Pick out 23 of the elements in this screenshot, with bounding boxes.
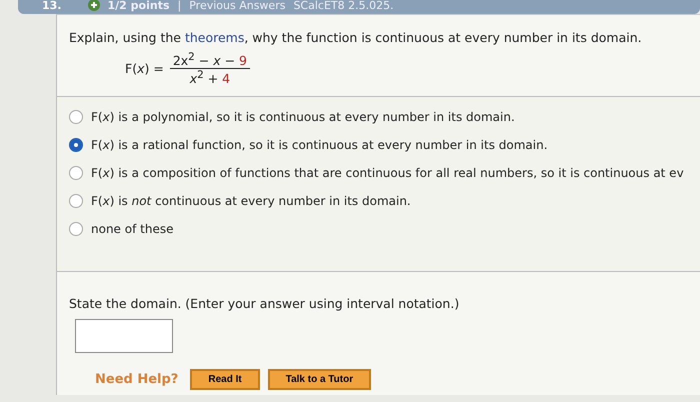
separator: | (178, 0, 182, 11)
function-formula: F(x) = 2x$^{2}$ − x − 9 x$^{2}$ + 4 (69, 51, 700, 86)
plus-icon (88, 0, 100, 11)
answer-field[interactable] (75, 319, 173, 354)
choice-text: F(x) is a composition of functions that are continuous for all real numbers, so it is continuous at ev (91, 166, 684, 180)
question-text: Explain, using the theorems, why the function is continuous at every number in its domain. (69, 30, 643, 45)
need-help-label: Need Help? (95, 372, 178, 388)
radio-button[interactable] (69, 110, 83, 124)
choice-text: F(x) is a polynomial, so it is continuous at every number in its domain. (91, 110, 515, 124)
choice-text: F(x) is not continuous at every number in its domain. (91, 194, 411, 208)
choice-text: none of these (91, 222, 174, 236)
problem-code: SCalcET8 2.5.025. (293, 0, 394, 11)
radio-button[interactable] (69, 222, 83, 236)
radio-button[interactable] (69, 166, 83, 180)
choice-text: F(x) is a rational function, so it is continuous at every number in its domain. (91, 138, 548, 152)
help-button[interactable]: Talk to a Tutor (268, 369, 372, 390)
theorems-link[interactable]: theorems (184, 30, 244, 45)
domain-question-text: State the domain. (Enter your answer using interval notation.) (69, 296, 460, 312)
radio-button[interactable] (69, 194, 83, 208)
help-button[interactable]: Read It (190, 369, 260, 390)
question-number: 13. (42, 0, 62, 11)
radio-button[interactable] (69, 138, 83, 152)
points-label: 1/2 points (108, 0, 170, 11)
